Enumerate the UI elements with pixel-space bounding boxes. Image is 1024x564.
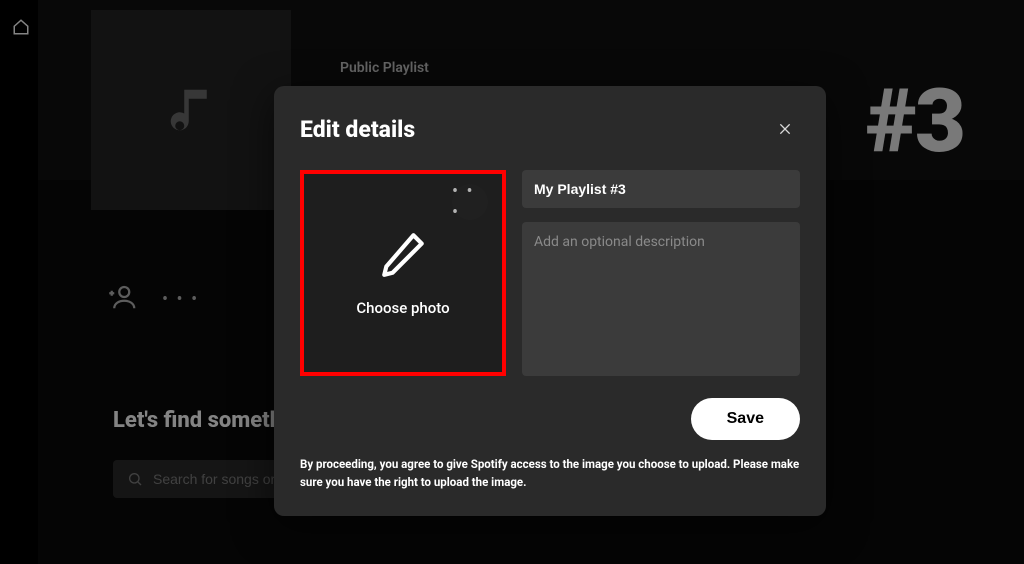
modal-overlay: Edit details • • • Choose photo Save [0, 0, 1024, 564]
pencil-icon [378, 229, 428, 279]
more-horizontal-icon: • • • [452, 181, 488, 223]
close-icon [777, 121, 793, 137]
photo-more-button[interactable]: • • • [452, 184, 488, 220]
edit-details-modal: Edit details • • • Choose photo Save [274, 86, 826, 516]
playlist-name-input[interactable] [522, 170, 800, 208]
upload-disclaimer: By proceeding, you agree to give Spotify… [300, 456, 800, 492]
choose-photo-label: Choose photo [356, 299, 449, 317]
playlist-description-input[interactable] [522, 222, 800, 376]
close-button[interactable] [770, 114, 800, 144]
save-button[interactable]: Save [691, 398, 800, 440]
modal-title: Edit details [300, 116, 415, 143]
choose-photo-box[interactable]: • • • Choose photo [300, 170, 506, 376]
